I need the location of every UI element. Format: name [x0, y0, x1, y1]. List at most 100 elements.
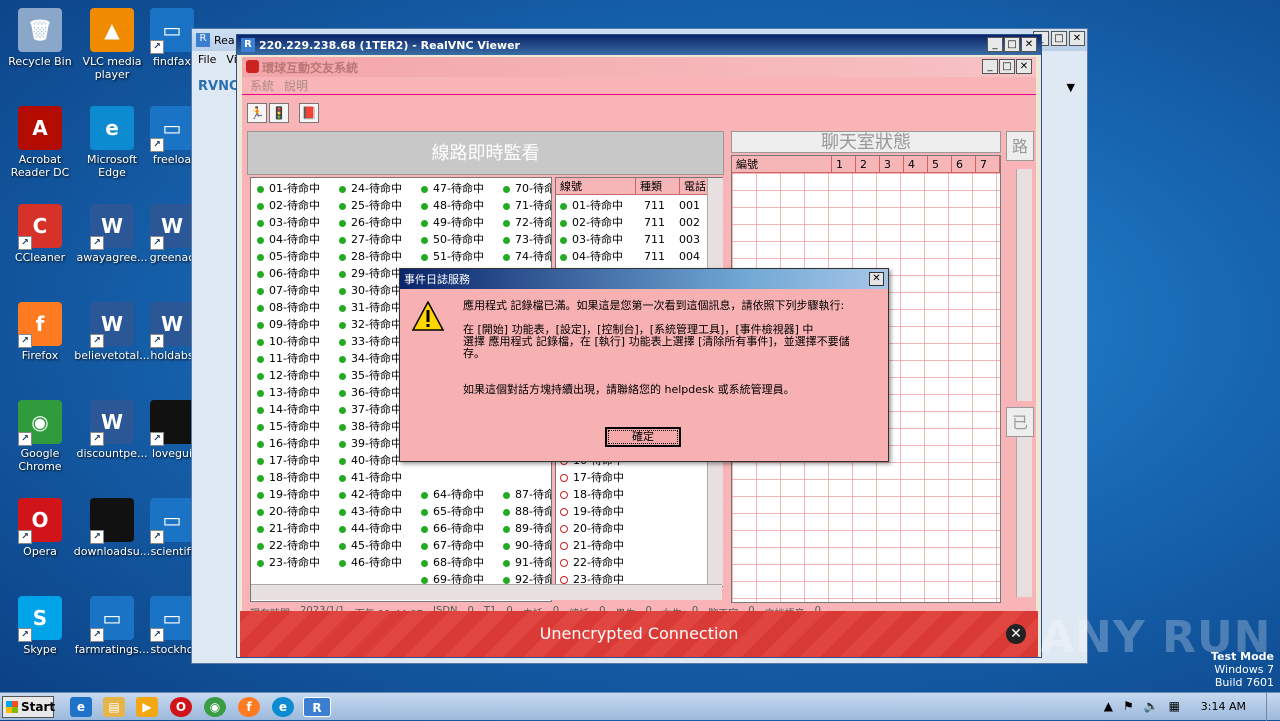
line-row[interactable]: 20-待命中	[253, 503, 320, 520]
line-row[interactable]: 22-待命中	[253, 537, 320, 554]
line-row[interactable]: 48-待命中	[417, 197, 484, 214]
line-row[interactable]: 89-待命	[499, 520, 551, 537]
detail-column-header[interactable]: 電話	[680, 178, 710, 194]
ok-button[interactable]: 確定	[605, 427, 681, 447]
detail-row[interactable]: 17-待命中	[556, 469, 624, 486]
vnc-close-button[interactable]: ✕	[1021, 37, 1037, 52]
vnc-minimize-button[interactable]: _	[987, 37, 1003, 52]
dialog-title-bar[interactable]: 事件日誌服務	[400, 269, 888, 289]
desktop-icon[interactable]: fFirefox	[0, 302, 80, 362]
line-row[interactable]: 25-待命中	[335, 197, 402, 214]
line-row[interactable]: 30-待命中	[335, 282, 402, 299]
chat-column-header[interactable]: 2	[856, 156, 880, 172]
line-row[interactable]: 14-待命中	[253, 401, 320, 418]
edge-taskbar-icon[interactable]: e	[272, 697, 294, 717]
desktop-icon[interactable]: SSkype	[0, 596, 80, 656]
app-maximize-button[interactable]: □	[999, 59, 1015, 74]
line-row[interactable]: 34-待命中	[335, 350, 402, 367]
line-row[interactable]: 67-待命中	[417, 537, 484, 554]
start-button[interactable]: Start	[2, 696, 55, 718]
menu-help[interactable]: 說明	[284, 77, 308, 94]
side-scrollbar[interactable]	[1016, 169, 1032, 401]
line-row[interactable]: 13-待命中	[253, 384, 320, 401]
close-button[interactable]: ✕	[1069, 31, 1085, 46]
chat-column-header[interactable]: 編號	[732, 156, 832, 172]
line-row[interactable]: 87-待命	[499, 486, 551, 503]
line-row[interactable]: 41-待命中	[335, 469, 402, 486]
firefox-taskbar-icon[interactable]: f	[238, 697, 260, 717]
detail-row[interactable]: 04-待命中 711 004	[556, 248, 709, 265]
line-row[interactable]: 44-待命中	[335, 520, 402, 537]
menu-system[interactable]: 系統	[250, 77, 274, 94]
detail-row[interactable]: 01-待命中 711 001	[556, 197, 709, 214]
traffic-light-icon[interactable]: 🚦	[269, 103, 289, 123]
line-row[interactable]: 73-待命	[499, 231, 551, 248]
line-row[interactable]: 03-待命中	[253, 214, 320, 231]
line-row[interactable]: 49-待命中	[417, 214, 484, 231]
line-row[interactable]: 33-待命中	[335, 333, 402, 350]
line-horizontal-scrollbar[interactable]	[251, 584, 722, 600]
line-row[interactable]: 64-待命中	[417, 486, 484, 503]
line-row[interactable]: 10-待命中	[253, 333, 320, 350]
opera-taskbar-icon[interactable]: O	[170, 697, 192, 717]
maximize-button[interactable]: □	[1051, 31, 1067, 46]
book-icon[interactable]: 📕	[299, 103, 319, 123]
flag-icon[interactable]: ⚑	[1123, 699, 1134, 713]
line-row[interactable]: 37-待命中	[335, 401, 402, 418]
line-row[interactable]: 12-待命中	[253, 367, 320, 384]
line-row[interactable]: 24-待命中	[335, 180, 402, 197]
detail-row[interactable]: 02-待命中 711 002	[556, 214, 709, 231]
detail-row[interactable]: 21-待命中	[556, 537, 624, 554]
dialog-close-button[interactable]: ✕	[869, 272, 884, 286]
show-desktop-button[interactable]	[1266, 693, 1280, 721]
line-row[interactable]: 23-待命中	[253, 554, 320, 571]
line-row[interactable]: 26-待命中	[335, 214, 402, 231]
line-row[interactable]: 32-待命中	[335, 316, 402, 333]
detail-row[interactable]: 19-待命中	[556, 503, 624, 520]
line-row[interactable]	[417, 469, 484, 486]
line-row[interactable]: 17-待命中	[253, 452, 320, 469]
line-row[interactable]: 71-待命	[499, 197, 551, 214]
chat-column-header[interactable]: 5	[928, 156, 952, 172]
line-row[interactable]: 16-待命中	[253, 435, 320, 452]
line-row[interactable]: 02-待命中	[253, 197, 320, 214]
line-row[interactable]: 11-待命中	[253, 350, 320, 367]
line-row[interactable]: 05-待命中	[253, 248, 320, 265]
line-row[interactable]: 19-待命中	[253, 486, 320, 503]
line-row[interactable]: 06-待命中	[253, 265, 320, 282]
desktop-icon[interactable]: 🗑 Recycle Bin	[0, 8, 80, 68]
line-row[interactable]: 21-待命中	[253, 520, 320, 537]
detail-row[interactable]: 20-待命中	[556, 520, 624, 537]
line-row[interactable]: 01-待命中	[253, 180, 320, 197]
line-row[interactable]: 09-待命中	[253, 316, 320, 333]
desktop-icon[interactable]: ◉Google Chrome	[0, 400, 80, 473]
line-row[interactable]: 28-待命中	[335, 248, 402, 265]
line-row[interactable]: 91-待命	[499, 554, 551, 571]
detail-row[interactable]: 18-待命中	[556, 486, 624, 503]
vnc-title-bar[interactable]: R 220.229.238.68 (1TER2) - RealVNC Viewe…	[237, 35, 1041, 55]
desktop-icon[interactable]: OOpera	[0, 498, 80, 558]
app-title-bar[interactable]: 環球互動交友系統	[242, 57, 1036, 77]
app-close-button[interactable]: ✕	[1016, 59, 1032, 74]
detail-column-header[interactable]: 種類	[636, 178, 680, 194]
menu-file[interactable]: File	[198, 53, 216, 66]
line-row[interactable]: 74-待命	[499, 248, 551, 265]
line-row[interactable]: 51-待命中	[417, 248, 484, 265]
detail-row[interactable]: 03-待命中 711 003	[556, 231, 709, 248]
chat-column-header[interactable]: 1	[832, 156, 856, 172]
line-row[interactable]: 36-待命中	[335, 384, 402, 401]
line-row[interactable]: 18-待命中	[253, 469, 320, 486]
line-row[interactable]: 45-待命中	[335, 537, 402, 554]
dropdown-arrow-icon[interactable]: ▼	[1067, 81, 1075, 94]
line-row[interactable]: 50-待命中	[417, 231, 484, 248]
line-row[interactable]: 35-待命中	[335, 367, 402, 384]
line-row[interactable]: 90-待命	[499, 537, 551, 554]
side-scrollbar-2[interactable]	[1016, 437, 1032, 597]
line-row[interactable]: 07-待命中	[253, 282, 320, 299]
line-row[interactable]: 43-待命中	[335, 503, 402, 520]
line-row[interactable]: 31-待命中	[335, 299, 402, 316]
line-row[interactable]	[499, 469, 551, 486]
chrome-taskbar-icon[interactable]: ◉	[204, 697, 226, 717]
line-row[interactable]: 65-待命中	[417, 503, 484, 520]
line-row[interactable]: 70-待命	[499, 180, 551, 197]
